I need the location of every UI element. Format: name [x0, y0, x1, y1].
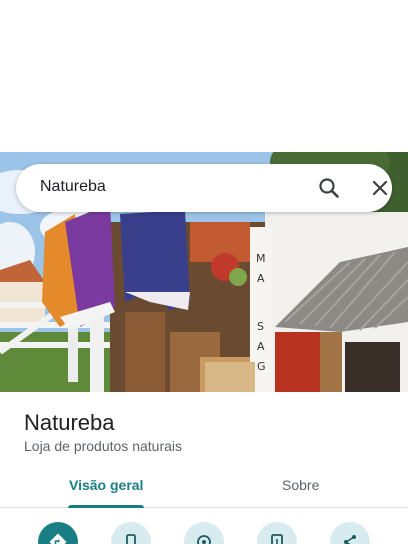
svg-text:G: G	[257, 360, 266, 373]
share-icon	[344, 535, 356, 544]
svg-text:M: M	[256, 252, 266, 265]
blank-header-area	[0, 0, 408, 152]
phone-icon	[126, 534, 136, 544]
search-bar[interactable]: Natureba	[16, 164, 392, 212]
search-icon[interactable]	[317, 176, 341, 200]
send-to-phone-icon	[271, 534, 283, 544]
svg-text:S: S	[257, 320, 264, 333]
directions-button[interactable]	[38, 522, 78, 544]
tab-about[interactable]: Sobre	[282, 477, 319, 493]
close-icon[interactable]	[368, 176, 392, 200]
call-button[interactable]	[111, 522, 151, 544]
directions-icon	[49, 533, 67, 544]
svg-text:A: A	[257, 272, 265, 285]
active-tab-indicator	[68, 505, 144, 508]
save-button[interactable]	[184, 522, 224, 544]
save-icon	[197, 535, 211, 544]
share-button[interactable]	[330, 522, 370, 544]
send-to-phone-button[interactable]	[257, 522, 297, 544]
search-input[interactable]: Natureba	[40, 178, 106, 196]
tab-bar: Visão geral Sobre	[0, 468, 408, 508]
place-category: Loja de produtos naturais	[24, 438, 182, 454]
tab-overview[interactable]: Visão geral	[69, 477, 143, 493]
svg-text:A: A	[257, 340, 265, 353]
place-title: Natureba	[24, 410, 115, 435]
